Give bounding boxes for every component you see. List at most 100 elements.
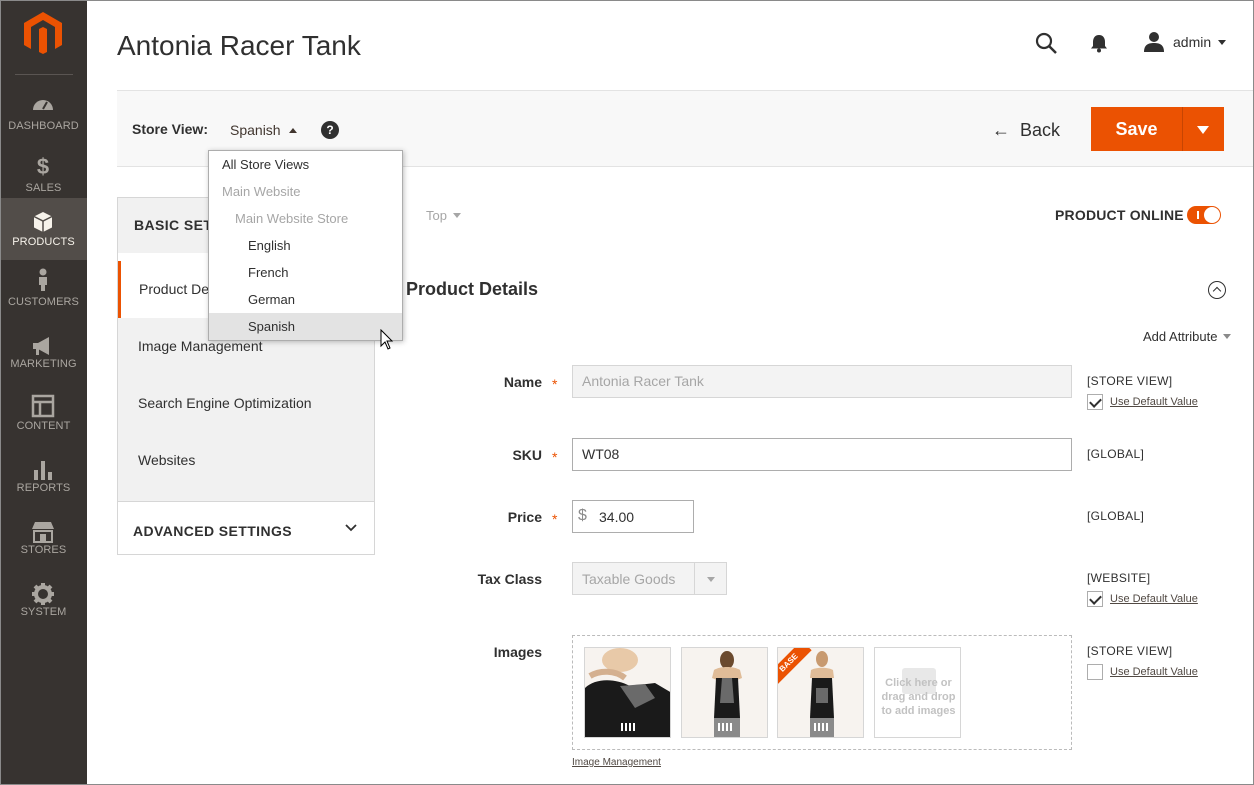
nav-label: CONTENT xyxy=(16,420,71,432)
product-online-toggle[interactable] xyxy=(1187,206,1221,224)
sku-scope: [GLOBAL] xyxy=(1087,447,1145,461)
price-label: Price xyxy=(507,509,542,525)
page-title: Antonia Racer Tank xyxy=(117,30,361,61)
add-attribute-button[interactable]: Add Attribute xyxy=(1143,329,1232,344)
nav-label: DASHBOARD xyxy=(8,120,79,132)
nav-label: REPORTS xyxy=(16,482,71,494)
admin-sidebar: DASHBOARD $ SALES PRODUCTS CUSTOMERS MAR… xyxy=(0,0,87,785)
nav-sales[interactable]: $ SALES xyxy=(0,144,87,206)
checkbox[interactable] xyxy=(1087,591,1103,607)
dropdown-option-english[interactable]: English xyxy=(209,232,402,259)
checkbox[interactable] xyxy=(1087,664,1103,680)
chevron-down-icon xyxy=(707,577,715,582)
price-input[interactable]: $ 34.00 xyxy=(572,500,694,533)
drag-handle-icon[interactable] xyxy=(621,723,635,731)
chevron-down-icon xyxy=(345,524,357,532)
images-scope: [STORE VIEW] xyxy=(1087,644,1173,658)
price-scope: [GLOBAL] xyxy=(1087,509,1145,523)
magento-logo-icon[interactable] xyxy=(22,10,64,56)
add-image-dropzone[interactable]: Click here or drag and drop to add image… xyxy=(874,647,961,738)
price-value: 34.00 xyxy=(599,509,635,525)
nav-label: SYSTEM xyxy=(20,606,67,618)
dropdown-option-german[interactable]: German xyxy=(209,286,402,313)
tax-class-scope: [WEBSITE] xyxy=(1087,571,1151,585)
nav-label: CUSTOMERS xyxy=(8,296,79,308)
user-menu[interactable]: admin xyxy=(1143,30,1227,54)
product-online-label: PRODUCT ONLINE xyxy=(1055,207,1184,223)
name-scope: [STORE VIEW] xyxy=(1087,374,1173,388)
store-view-switcher[interactable]: Spanish xyxy=(230,122,297,138)
use-default-label: Use Default Value xyxy=(1110,666,1198,678)
save-button[interactable]: Save xyxy=(1091,107,1183,151)
store-view-value: Spanish xyxy=(230,122,281,138)
nav-reports[interactable]: REPORTS xyxy=(0,454,87,516)
drag-handle-icon[interactable] xyxy=(814,723,828,731)
images-dropzone[interactable]: BASE Click here or drag and drop to add … xyxy=(572,635,1072,750)
nav-customers[interactable]: CUSTOMERS xyxy=(0,268,87,330)
required-asterisk: * xyxy=(552,449,558,465)
nav-marketing[interactable]: MARKETING xyxy=(0,330,87,392)
nav-stores[interactable]: STORES xyxy=(0,516,87,578)
sidebar-divider xyxy=(15,74,73,75)
product-image-thumbnail[interactable] xyxy=(584,647,671,738)
add-image-text: Click here or drag and drop to add image… xyxy=(881,677,956,717)
bar-chart-icon xyxy=(34,461,52,480)
tax-class-label: Tax Class xyxy=(477,571,542,587)
tax-class-select[interactable]: Taxable Goods xyxy=(572,562,727,595)
advanced-settings-label: ADVANCED SETTINGS xyxy=(133,523,292,539)
section-websites[interactable]: Websites xyxy=(118,432,374,501)
dropdown-group-main-website-store: Main Website Store xyxy=(235,211,349,226)
image-management-link[interactable]: Image Management xyxy=(572,757,661,768)
product-image-thumbnail-base[interactable]: BASE xyxy=(777,647,864,738)
gear-icon xyxy=(32,583,54,605)
toggle-knob xyxy=(1204,207,1220,223)
nav-label: STORES xyxy=(20,544,67,556)
store-view-dropdown: All Store Views Main Website Main Websit… xyxy=(208,150,403,341)
nav-label: PRODUCTS xyxy=(12,236,75,248)
svg-text:$: $ xyxy=(37,154,49,178)
sku-input[interactable]: WT08 xyxy=(572,438,1072,471)
name-input[interactable]: Antonia Racer Tank xyxy=(572,365,1072,398)
name-label: Name xyxy=(503,374,542,390)
back-button[interactable]: ← Back xyxy=(992,118,1060,142)
name-use-default[interactable]: Use Default Value xyxy=(1087,394,1198,410)
save-options-toggle[interactable] xyxy=(1183,107,1224,151)
layout-icon xyxy=(31,394,55,418)
chevron-down-icon xyxy=(452,213,461,218)
chevron-down-icon xyxy=(1197,126,1209,134)
use-default-label: Use Default Value xyxy=(1110,593,1198,605)
box-icon xyxy=(33,212,53,232)
store-view-label: Store View: xyxy=(132,121,208,137)
nav-dashboard[interactable]: DASHBOARD xyxy=(0,82,87,144)
bell-icon[interactable] xyxy=(1089,33,1109,53)
search-icon[interactable] xyxy=(1034,31,1058,55)
chevron-down-icon xyxy=(1223,334,1232,339)
nav-label: SALES xyxy=(25,182,62,194)
back-label: Back xyxy=(1020,119,1061,140)
section-label: Search Engine Optimization xyxy=(138,395,312,411)
dashboard-icon xyxy=(33,100,53,110)
use-default-label: Use Default Value xyxy=(1110,396,1198,408)
tax-class-use-default[interactable]: Use Default Value xyxy=(1087,591,1198,607)
collapse-icon[interactable] xyxy=(1208,281,1226,299)
store-scope-selector[interactable]: Top xyxy=(426,208,461,223)
add-attribute-label: Add Attribute xyxy=(1143,329,1218,344)
advanced-settings-header[interactable]: ADVANCED SETTINGS xyxy=(118,501,374,554)
product-image-thumbnail[interactable] xyxy=(681,647,768,738)
nav-products[interactable]: PRODUCTS xyxy=(0,198,87,260)
toggle-on-icon xyxy=(1197,211,1199,219)
drag-handle-icon[interactable] xyxy=(718,723,732,731)
dropdown-option-all-store-views[interactable]: All Store Views xyxy=(209,151,402,178)
images-use-default[interactable]: Use Default Value xyxy=(1087,664,1198,680)
nav-system[interactable]: SYSTEM xyxy=(0,578,87,640)
nav-content[interactable]: CONTENT xyxy=(0,392,87,454)
dropdown-option-french[interactable]: French xyxy=(209,259,402,286)
storefront-icon xyxy=(32,522,54,543)
dropdown-option-spanish[interactable]: Spanish xyxy=(209,313,402,340)
section-label: Websites xyxy=(138,452,196,468)
megaphone-icon xyxy=(33,337,49,355)
help-icon[interactable]: ? xyxy=(321,121,339,139)
chevron-down-icon xyxy=(1218,39,1227,45)
checkbox[interactable] xyxy=(1087,394,1103,410)
section-seo[interactable]: Search Engine Optimization xyxy=(118,375,374,432)
